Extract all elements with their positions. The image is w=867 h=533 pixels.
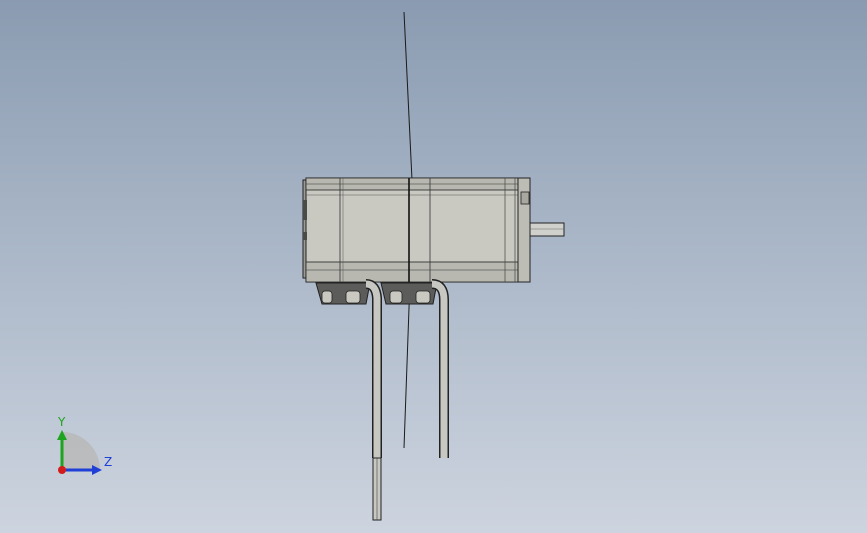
triad-quadrant <box>62 432 100 470</box>
connector-left <box>315 282 371 305</box>
z-axis-label: Z <box>104 455 112 469</box>
y-axis-label: Y <box>57 415 66 429</box>
motor-model[interactable] <box>0 0 867 533</box>
motor-shaft <box>529 222 565 237</box>
cable-right <box>431 279 449 458</box>
x-axis-origin <box>58 466 66 474</box>
motor-body <box>302 177 531 283</box>
connector-right <box>380 282 438 305</box>
construction-axis-line-lower <box>403 279 411 449</box>
graphics-viewport[interactable]: Y Z <box>0 0 867 533</box>
construction-axis-line <box>403 11 413 181</box>
cable-left <box>365 279 382 521</box>
coordinate-triad: Y Z <box>57 415 112 475</box>
